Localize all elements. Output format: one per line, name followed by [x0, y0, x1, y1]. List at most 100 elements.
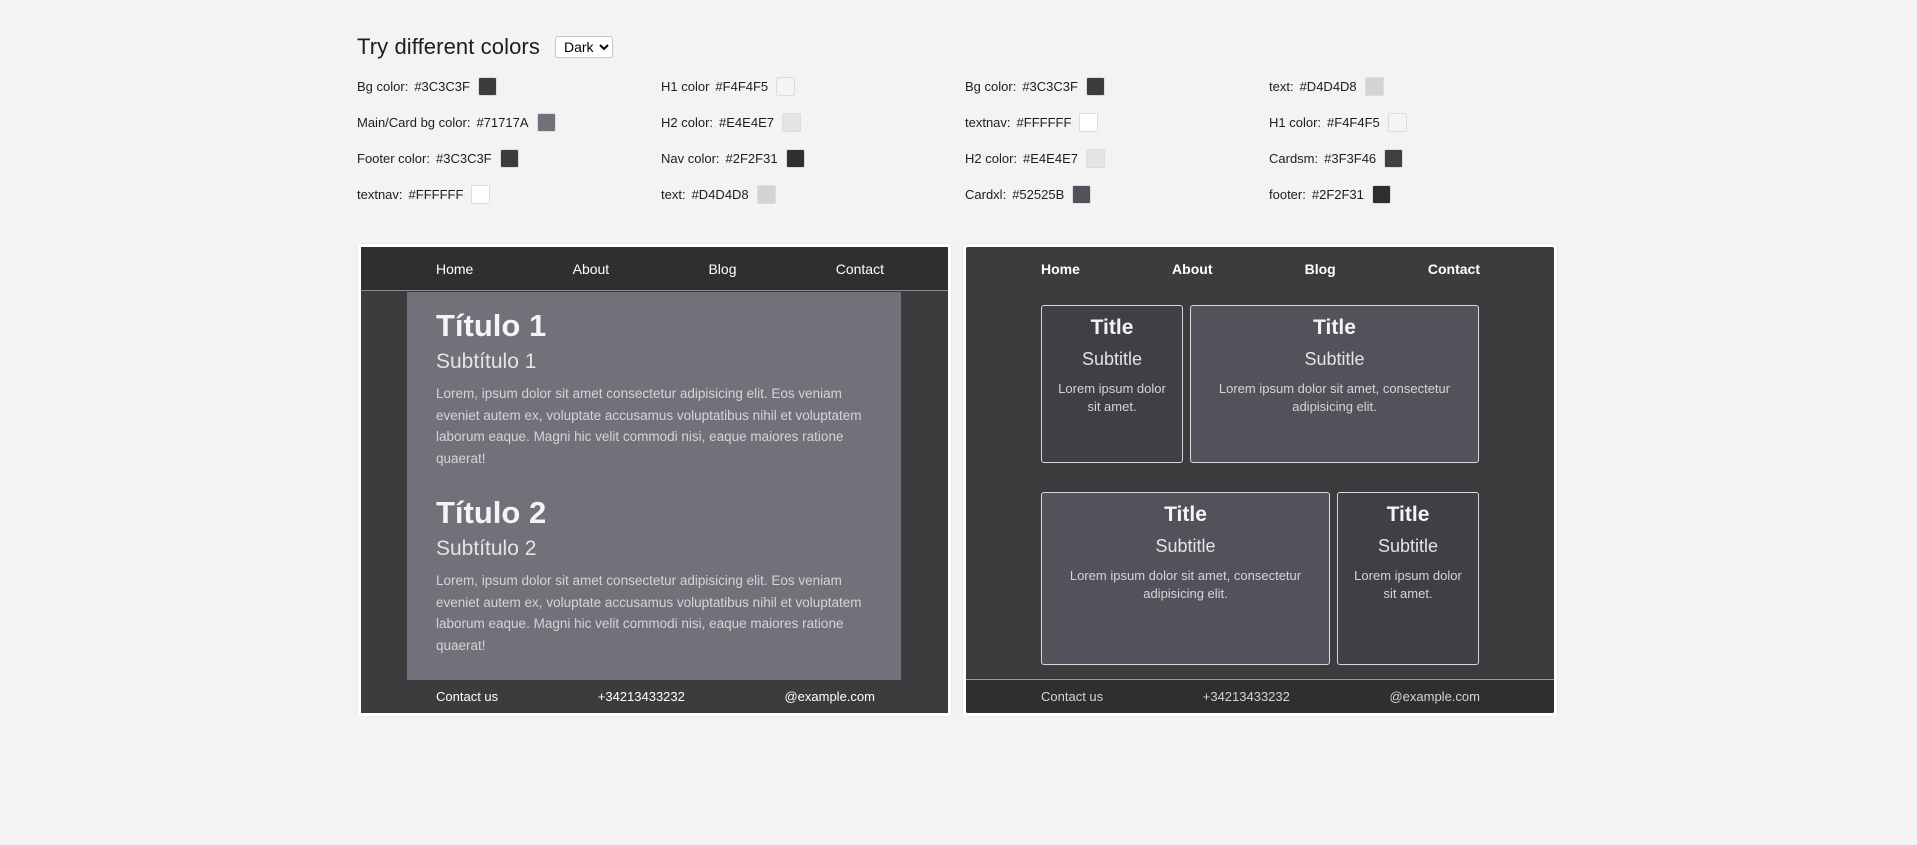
- card-title: Title: [1313, 316, 1356, 339]
- swatch-hex: #71717A: [476, 114, 529, 130]
- section-subtitle: Subtítulo 2: [436, 537, 537, 560]
- preview-footer: Contact us +34213433232 @example.com: [361, 680, 948, 713]
- color-swatch-row: H1 color #F4F4F5: [661, 75, 965, 97]
- color-swatch-row: text: #D4D4D8: [1269, 75, 1573, 97]
- color-swatch-row: Nav color: #2F2F31: [661, 147, 965, 169]
- swatch-label: textnav:: [965, 114, 1011, 130]
- nav-blog-link[interactable]: Blog: [708, 261, 736, 277]
- card-subtitle: Subtitle: [1155, 536, 1216, 556]
- color-chip[interactable]: [1085, 148, 1105, 168]
- section-text: Lorem, ipsum dolor sit amet consectetur …: [436, 573, 862, 653]
- card-text: Lorem ipsum dolor sit amet.: [1058, 381, 1166, 414]
- color-chip[interactable]: [1085, 76, 1105, 96]
- color-swatch-row: Footer color: #3C3C3F: [357, 147, 661, 169]
- color-chip[interactable]: [756, 184, 776, 204]
- swatch-hex: #D4D4D8: [1299, 78, 1357, 94]
- card-subtitle: Subtitle: [1377, 536, 1439, 556]
- swatch-label: Main/Card bg color:: [357, 114, 471, 130]
- color-swatch-row: Cardsm: #3F3F46: [1269, 147, 1573, 169]
- preview-nav: Home About Blog Contact: [966, 247, 1554, 291]
- card-title: Title: [1386, 503, 1430, 526]
- color-swatch-row: footer: #2F2F31: [1269, 183, 1573, 205]
- footer-phone: +34213433232: [597, 689, 685, 704]
- color-swatch-row: Bg color: #3C3C3F: [965, 75, 1269, 97]
- card-text: Lorem ipsum dolor sit amet, consectetur …: [1069, 568, 1302, 601]
- color-chip[interactable]: [1384, 148, 1404, 168]
- color-swatch-row: Cardxl: #52525B: [965, 183, 1269, 205]
- card-large: Title Subtitle Lorem ipsum dolor sit ame…: [1190, 305, 1479, 463]
- nav-home-link[interactable]: Home: [436, 261, 473, 277]
- color-chip[interactable]: [471, 184, 491, 204]
- color-chip[interactable]: [499, 148, 519, 168]
- swatch-label: Cardsm:: [1269, 150, 1319, 166]
- swatch-label: H1 color: [661, 78, 710, 94]
- preview-screen: Home About Blog Contact Title Subtitle L…: [966, 247, 1554, 713]
- color-swatch-row: textnav: #FFFFFF: [965, 111, 1269, 133]
- section-title: Título 1: [436, 308, 547, 343]
- swatch-label: Bg color:: [357, 78, 409, 94]
- nav-about-link[interactable]: About: [573, 261, 610, 277]
- color-swatch-row: Bg color: #3C3C3F: [357, 75, 661, 97]
- color-chip[interactable]: [1387, 112, 1407, 132]
- card-text: Lorem ipsum dolor sit amet, consectetur …: [1218, 381, 1451, 414]
- nav-home-link[interactable]: Home: [1041, 261, 1080, 277]
- swatch-hex: #FFFFFF: [408, 186, 464, 202]
- nav-contact-link[interactable]: Contact: [836, 261, 884, 277]
- color-chip[interactable]: [1371, 184, 1391, 204]
- card-large: Title Subtitle Lorem ipsum dolor sit ame…: [1041, 492, 1330, 665]
- swatch-label: footer:: [1269, 186, 1306, 202]
- swatch-label: Bg color:: [965, 78, 1017, 94]
- color-chip[interactable]: [781, 112, 801, 132]
- color-swatch-row: textnav: #FFFFFF: [357, 183, 661, 205]
- swatch-hex: #3C3C3F: [435, 150, 492, 166]
- preview-footer: Contact us +34213433232 @example.com: [966, 679, 1554, 713]
- card-small: Title Subtitle Lorem ipsum dolor sit ame…: [1041, 305, 1183, 463]
- section-text: Lorem, ipsum dolor sit amet consectetur …: [436, 386, 862, 466]
- swatch-label: textnav:: [357, 186, 403, 202]
- footer-contact: Contact us: [436, 689, 499, 704]
- nav-about-link[interactable]: About: [1172, 261, 1212, 277]
- color-swatch-row: H2 color: #E4E4E7: [965, 147, 1269, 169]
- swatch-hex: #F4F4F5: [1327, 114, 1380, 130]
- section-title: Título 2: [436, 495, 547, 530]
- swatch-label: H2 color:: [661, 114, 714, 130]
- layout-preview-right: Home About Blog Contact Title Subtitle L…: [963, 244, 1557, 716]
- color-palette: Bg color: #3C3C3F Main/Card bg color: #7171…: [357, 75, 1573, 205]
- color-swatch-row: Main/Card bg color: #71717A: [357, 111, 661, 133]
- swatch-hex: #52525B: [1012, 186, 1065, 202]
- layout-preview-left: Home About Blog Contact Título 1 Subtítu…: [358, 244, 951, 716]
- swatch-hex: #F4F4F5: [715, 78, 769, 94]
- card-subtitle: Subtitle: [1081, 349, 1143, 369]
- preview-nav: Home About Blog Contact: [361, 247, 948, 291]
- swatch-hex: #D4D4D8: [691, 186, 749, 202]
- section-subtitle: Subtítulo 1: [436, 350, 537, 373]
- nav-blog-link[interactable]: Blog: [1305, 261, 1336, 277]
- color-chip[interactable]: [1072, 184, 1092, 204]
- swatch-hex: #FFFFFF: [1016, 114, 1072, 130]
- footer-contact: Contact us: [1041, 689, 1104, 704]
- color-swatch-row: text: #D4D4D8: [661, 183, 965, 205]
- nav-contact-link[interactable]: Contact: [1428, 261, 1480, 277]
- swatch-hex: #E4E4E7: [1023, 150, 1078, 166]
- theme-select[interactable]: Dark: [554, 36, 613, 58]
- footer-phone: +34213433232: [1202, 689, 1290, 704]
- color-chip[interactable]: [776, 76, 796, 96]
- swatch-label: H1 color:: [1269, 114, 1322, 130]
- swatch-hex: #E4E4E7: [719, 114, 774, 130]
- card-small: Title Subtitle Lorem ipsum dolor sit ame…: [1337, 492, 1479, 665]
- swatch-hex: #2F2F31: [1311, 186, 1364, 202]
- card-text: Lorem ipsum dolor sit amet.: [1354, 568, 1462, 601]
- swatch-hex: #2F2F31: [725, 150, 778, 166]
- color-chip[interactable]: [1364, 76, 1384, 96]
- footer-email: @example.com: [1389, 689, 1480, 704]
- color-chip[interactable]: [477, 76, 497, 96]
- swatch-label: Nav color:: [661, 150, 720, 166]
- swatch-label: H2 color:: [965, 150, 1018, 166]
- color-chip[interactable]: [1079, 112, 1099, 132]
- card-title: Title: [1090, 316, 1134, 339]
- color-chip[interactable]: [785, 148, 805, 168]
- color-chip[interactable]: [536, 112, 556, 132]
- swatch-label: Cardxl:: [965, 186, 1007, 202]
- color-swatch-row: H1 color: #F4F4F5: [1269, 111, 1573, 133]
- main-content: Título 1 Subtítulo 1 Lorem, ipsum dolor …: [407, 292, 901, 680]
